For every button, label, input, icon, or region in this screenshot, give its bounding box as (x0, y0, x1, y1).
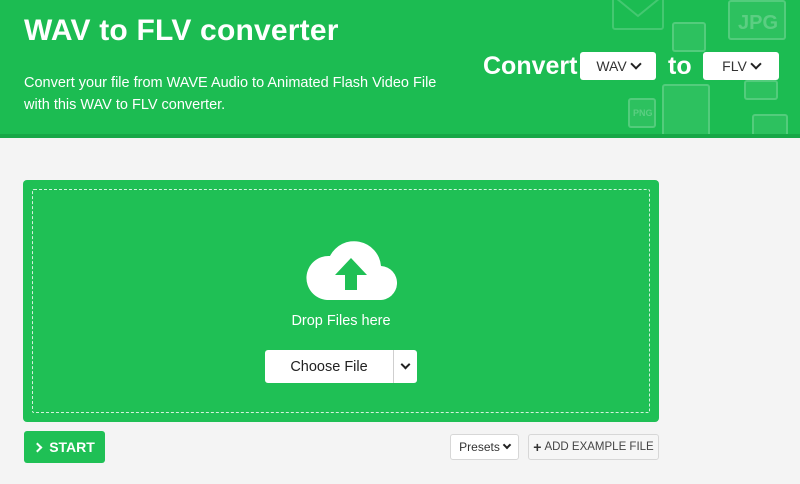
chevron-down-icon (630, 57, 642, 70)
presets-button[interactable]: Presets (450, 434, 519, 460)
to-label: to (668, 52, 692, 80)
chevron-right-icon (32, 442, 43, 452)
cloud-upload-icon (306, 241, 397, 301)
page-subtitle: Convert your file from WAVE Audio to Ani… (24, 75, 437, 113)
drop-files-label: Drop Files here (291, 313, 391, 329)
png-file-label: PNG (633, 108, 653, 118)
chevron-down-icon (750, 57, 762, 70)
add-example-file-button[interactable]: + ADD EXAMPLE FILE (528, 434, 659, 460)
start-button[interactable]: START (24, 431, 105, 463)
source-format-value: WAV (596, 58, 627, 74)
chevron-down-icon (502, 440, 512, 450)
dropzone-dashed-border: Drop Files here Choose File (32, 189, 650, 413)
add-example-file-label: ADD EXAMPLE FILE (544, 441, 654, 453)
presets-label: Presets (459, 440, 500, 454)
source-format-select[interactable]: WAV (580, 52, 656, 80)
file-icon (672, 22, 706, 52)
choose-file-source-dropdown[interactable] (393, 350, 417, 383)
target-format-select[interactable]: FLV (703, 52, 779, 80)
mail-icon (612, 0, 664, 30)
hero-bottom-strip (0, 134, 800, 138)
start-label: START (49, 439, 95, 455)
choose-file-button[interactable]: Choose File (265, 350, 393, 383)
chevron-down-icon (400, 359, 411, 369)
target-format-value: FLV (722, 58, 747, 74)
page-title: WAV to FLV converter (24, 14, 339, 47)
document-icon (662, 84, 710, 138)
jpg-file-label: JPG (738, 12, 779, 34)
plus-icon: + (533, 439, 542, 455)
file-dropzone[interactable]: Drop Files here Choose File (23, 180, 659, 422)
hero-banner: JPG PNG WAV to FLV converter Convert you… (0, 0, 800, 138)
convert-label: Convert (483, 52, 578, 80)
choose-file-group: Choose File (265, 350, 417, 383)
printer-icon (744, 80, 778, 100)
